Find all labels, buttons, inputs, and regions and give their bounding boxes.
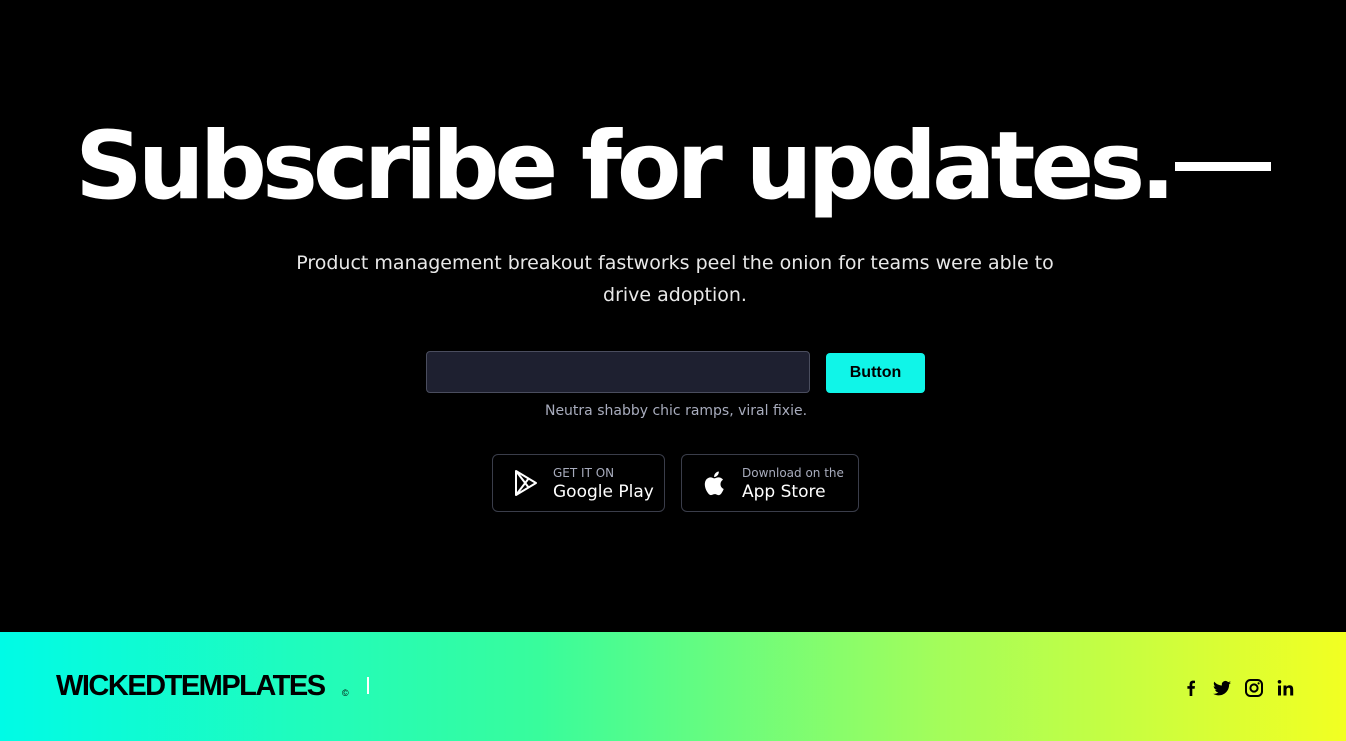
title-dash	[1174, 161, 1271, 171]
page-title: Subscribe for updates.	[0, 112, 1346, 222]
instagram-link[interactable]	[1243, 677, 1265, 699]
google-play-label: Google Play	[553, 482, 654, 502]
headline-text: Subscribe for updates.	[75, 112, 1176, 221]
app-store-button[interactable]: Download on the App Store	[681, 454, 859, 512]
footer-divider	[367, 677, 369, 694]
apple-icon	[702, 469, 728, 497]
footer: WICKEDTEMPLATES ©	[0, 632, 1346, 741]
twitter-link[interactable]	[1211, 677, 1233, 699]
facebook-icon	[1187, 680, 1195, 696]
play-store-icon	[513, 469, 539, 497]
facebook-link[interactable]	[1180, 677, 1202, 699]
app-store-label: App Store	[742, 482, 826, 502]
linkedin-link[interactable]	[1275, 677, 1297, 699]
twitter-icon	[1213, 680, 1231, 696]
app-store-small-text: Download on the	[742, 466, 844, 480]
hero-subtitle: Product management breakout fastworks pe…	[296, 252, 1054, 306]
google-play-small-text: GET IT ON	[553, 466, 615, 480]
copyright-symbol: ©	[342, 688, 349, 698]
hero-section: Subscribe for updates. Product managemen…	[0, 0, 1346, 632]
instagram-icon	[1245, 679, 1263, 697]
email-input[interactable]	[426, 351, 810, 393]
linkedin-icon	[1277, 680, 1294, 696]
google-play-button[interactable]: GET IT ON Google Play	[492, 454, 665, 512]
helper-text: Neutra shabby chic ramps, viral fixie.	[544, 403, 808, 419]
subscribe-button[interactable]: Button	[826, 353, 925, 393]
logo[interactable]: WICKEDTEMPLATES	[56, 670, 326, 703]
